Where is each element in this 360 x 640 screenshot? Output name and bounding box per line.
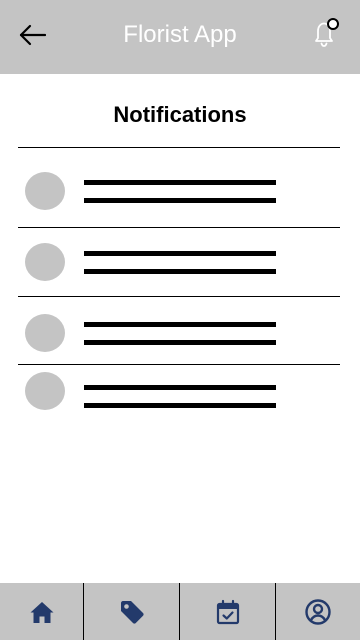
app-title: Florist App (123, 21, 237, 48)
avatar (25, 243, 65, 281)
notification-text-line (84, 251, 276, 256)
home-icon (30, 601, 53, 623)
notification-text-line (84, 385, 276, 390)
bell-icon (315, 18, 339, 47)
notifications-button[interactable] (308, 16, 344, 50)
avatar (25, 172, 65, 210)
nav-offers[interactable] (84, 583, 179, 640)
notification-text-line (84, 403, 276, 408)
notification-item[interactable] (18, 365, 340, 415)
notification-dot (327, 18, 339, 30)
notification-item[interactable] (18, 148, 340, 227)
notification-text-line (84, 269, 276, 274)
user-circle-icon (305, 598, 331, 625)
notification-text-line (84, 198, 276, 203)
calendar-check-icon (216, 599, 239, 624)
notification-text-line (84, 180, 276, 185)
nav-home[interactable] (0, 583, 83, 640)
nav-profile[interactable] (276, 583, 360, 640)
avatar (25, 314, 65, 352)
avatar (25, 372, 65, 410)
tag-icon (120, 600, 144, 624)
app-screen: Florist App Notifications (0, 0, 360, 640)
nav-bookings[interactable] (180, 583, 275, 640)
notification-text-line (84, 340, 276, 345)
page-title: Notifications (113, 102, 247, 127)
notification-item[interactable] (18, 228, 340, 296)
app-header: Florist App (0, 0, 360, 74)
bottom-nav (0, 583, 360, 640)
notification-text-line (84, 322, 276, 327)
notification-item[interactable] (18, 297, 340, 364)
